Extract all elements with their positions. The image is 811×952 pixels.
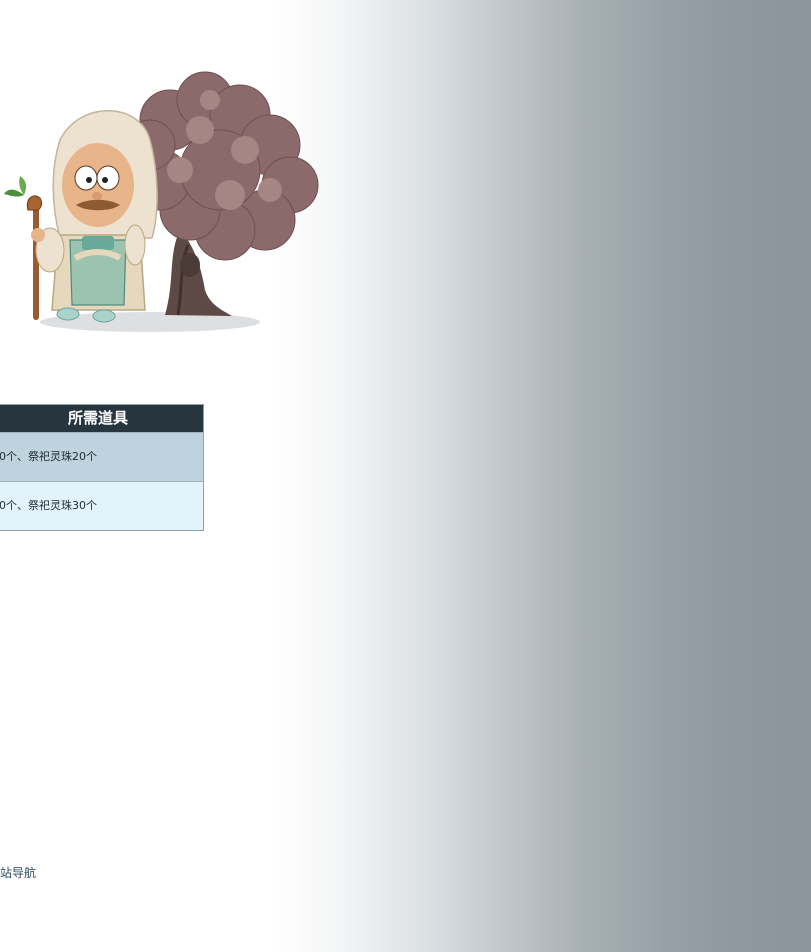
table-cell: 10个、祭祀灵珠20个 [0, 450, 97, 463]
required-items-table: 所需道具 10个、祭祀灵珠20个 20个、祭祀灵珠30个 [0, 404, 204, 531]
table-cell: 20个、祭祀灵珠30个 [0, 499, 97, 512]
elder-character-illustration [4, 71, 319, 332]
table-header-label: 所需道具 [67, 409, 128, 427]
table-row: 20个、祭祀灵珠30个 [0, 481, 204, 531]
site-navigation-link[interactable]: 网站导航 [0, 864, 36, 881]
table-row: 10个、祭祀灵珠20个 [0, 432, 204, 482]
table-header-required-items: 所需道具 [0, 404, 204, 433]
